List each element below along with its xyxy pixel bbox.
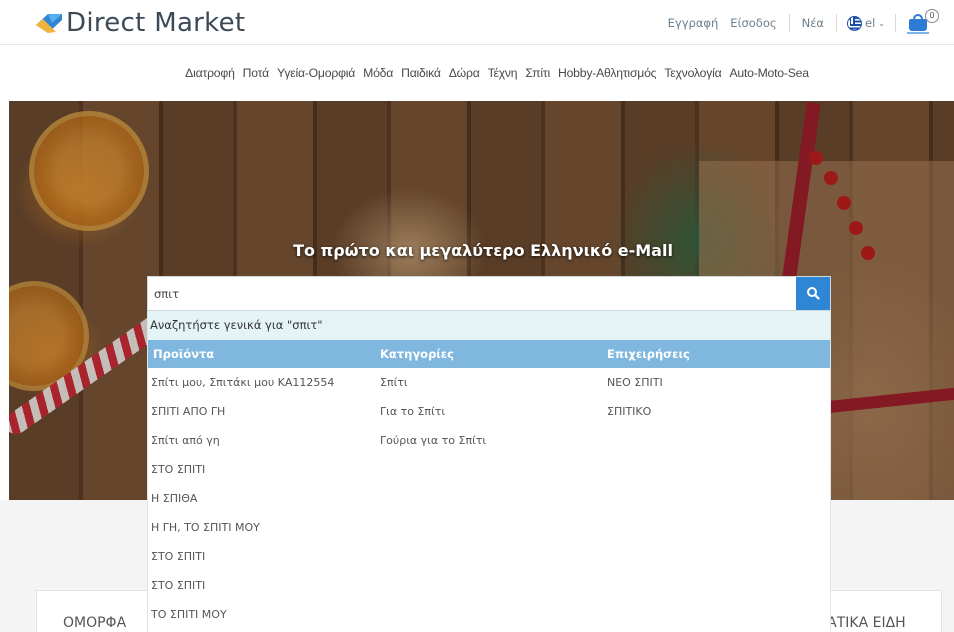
search-suggestions: Αναζητήστε γενικά για "σπιτ" Προϊόντα Κα… [147,311,831,632]
news-link[interactable]: Νέα [796,16,830,30]
product-suggestion[interactable]: ΣΤΟ ΣΠΙΤΙ [151,455,334,484]
nav-item-auto-moto-sea[interactable]: Auto-Moto-Sea [729,66,809,80]
nav-item-technology[interactable]: Τεχνολογία [664,66,721,80]
product-suggestion[interactable]: Σπίτι μου, Σπιτάκι μου ΚΑ112554 [151,368,334,397]
nav-item-hobby-sports[interactable]: Hobby-Αθλητισμός [558,66,657,80]
businesses-list: ΝΕΟ ΣΠΙΤΙ ΣΠΙΤΙΚΟ [607,368,663,426]
nav-item-kids[interactable]: Παιδικά [401,66,441,80]
category-suggestion[interactable]: Σπίτι [380,368,486,397]
nav-item-drinks[interactable]: Ποτά [243,66,269,80]
nav-item-gifts[interactable]: Δώρα [449,66,480,80]
product-suggestion[interactable]: ΣΠΙΤΙ ΑΠΟ ΓΗ [151,397,334,426]
tag-icon [36,14,62,33]
cart-button[interactable]: 0 [906,9,939,37]
categories-header: Κατηγορίες [380,347,455,361]
nav-item-health-beauty[interactable]: Υγεία-Ομορφιά [277,66,355,80]
product-suggestion[interactable]: Η ΓΗ, ΤΟ ΣΠΙΤΙ ΜΟΥ [151,513,334,542]
product-suggestion[interactable]: ΣΤΟ ΣΠΙΤΙ [151,542,334,571]
nav-item-fashion[interactable]: Μόδα [363,66,393,80]
logo-text: Direct Market [66,8,246,38]
search-input[interactable] [148,277,796,310]
business-suggestion[interactable]: ΝΕΟ ΣΠΙΤΙ [607,368,663,397]
product-suggestion[interactable]: ΤΟ ΣΠΙΤΙ ΜΟΥ [151,600,334,629]
language-code: el [865,16,876,30]
hero-title: Το πρώτο και μεγαλύτερο Ελληνικό e-Mall [293,241,673,260]
language-selector[interactable]: el ⌄ [843,15,889,31]
category-suggestion[interactable]: Γούρια για το Σπίτι [380,426,486,455]
products-list: Σπίτι μου, Σπιτάκι μου ΚΑ112554 ΣΠΙΤΙ ΑΠ… [151,368,334,629]
cart-count-badge: 0 [925,9,939,23]
card-title: ΟΜΟΡΦΑ [63,615,127,631]
search-icon [807,287,820,300]
register-link[interactable]: Εγγραφή [662,16,725,30]
login-link[interactable]: Είσοδος [724,16,782,30]
category-suggestion[interactable]: Για το Σπίτι [380,397,486,426]
divider [895,14,896,32]
products-header: Προϊόντα [153,347,215,361]
main-nav: Διατροφή Ποτά Υγεία-Ομορφιά Μόδα Παιδικά… [0,58,954,88]
nav-item-home[interactable]: Σπίτι [525,66,550,80]
business-suggestion[interactable]: ΣΠΙΤΙΚΟ [607,397,663,426]
divider [788,14,790,32]
search-bar [147,276,831,311]
product-suggestion[interactable]: ΣΤΟ ΣΠΙΤΙ [151,571,334,600]
greek-flag-icon [847,15,863,31]
nav-item-art[interactable]: Τέχνη [488,66,518,80]
divider [836,14,838,32]
nav-item-food[interactable]: Διατροφή [185,66,235,80]
card-title: ΙΑΤΙΚΑ ΕΙΔΗ [823,615,906,631]
search-button[interactable] [796,277,830,310]
chevron-down-icon: ⌄ [878,18,885,28]
logo[interactable]: Direct Market [34,7,245,39]
site-header: Direct Market Εγγραφή Είσοδος Νέα el ⌄ 0 [0,0,954,45]
product-suggestion[interactable]: Η ΣΠΙΘΑ [151,484,334,513]
suggestion-column-headers: Προϊόντα Κατηγορίες Επιχειρήσεις [148,340,830,368]
product-suggestion[interactable]: Σπίτι από γη [151,426,334,455]
general-search-suggestion[interactable]: Αναζητήστε γενικά για "σπιτ" [148,311,830,340]
top-links: Εγγραφή Είσοδος Νέα el ⌄ 0 [662,9,939,37]
categories-list: Σπίτι Για το Σπίτι Γούρια για το Σπίτι [380,368,486,455]
businesses-header: Επιχειρήσεις [607,347,690,361]
